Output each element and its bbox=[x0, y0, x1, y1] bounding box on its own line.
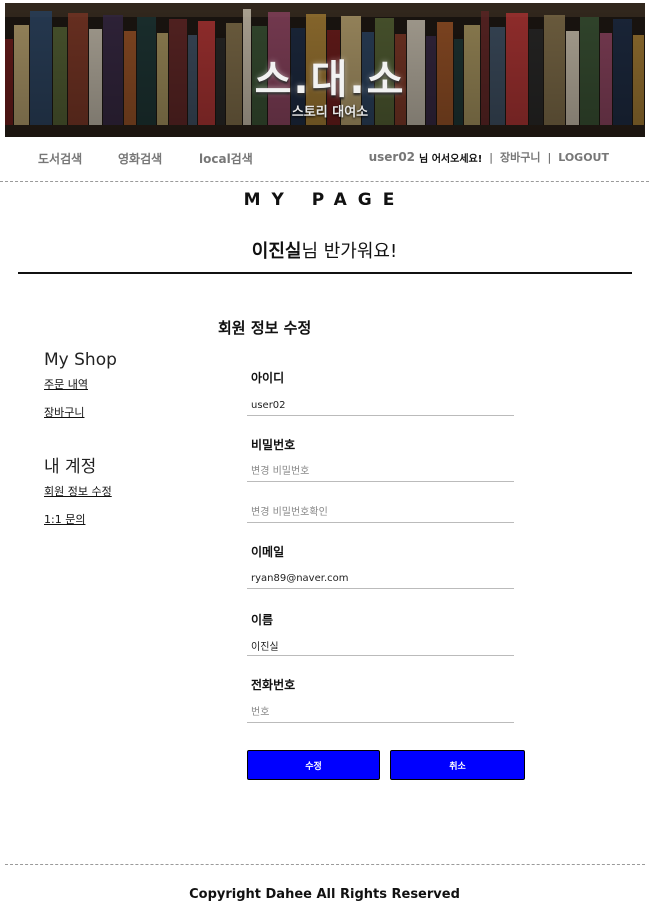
nav-logout-link[interactable]: LOGOUT bbox=[558, 151, 609, 164]
sidebar-inquiry[interactable]: 1:1 문의 bbox=[44, 511, 112, 527]
footer-copyright: Copyright Dahee All Rights Reserved bbox=[189, 887, 460, 902]
nav-separator: | bbox=[547, 150, 552, 164]
site-logo[interactable]: 스.대.소 bbox=[210, 47, 450, 105]
welcome-suffix: 님 반가워요! bbox=[301, 241, 398, 262]
sidebar-cart[interactable]: 장바구니 bbox=[44, 404, 117, 420]
email-label: 이메일 bbox=[251, 545, 285, 559]
id-label: 아이디 bbox=[251, 371, 285, 385]
user-menu: user02 님 어서오세요! | 장바구니 | LOGOUT bbox=[369, 149, 609, 165]
nav-separator: | bbox=[489, 150, 493, 164]
form-title: 회원 정보 수정 bbox=[218, 319, 312, 337]
email-field[interactable] bbox=[247, 569, 514, 589]
welcome-message: 이진실님 반가워요! bbox=[0, 237, 649, 263]
sidebar-edit-profile[interactable]: 회원 정보 수정 bbox=[44, 483, 112, 499]
nav-cart-link[interactable]: 장바구니 bbox=[500, 149, 540, 165]
sidebar-account-heading: 내 계정 bbox=[44, 457, 97, 477]
page-title: MY PAGE bbox=[243, 190, 406, 210]
header-divider bbox=[18, 272, 632, 274]
nav-local-search[interactable]: local검색 bbox=[199, 150, 253, 167]
submit-button[interactable]: 수정 bbox=[247, 750, 380, 780]
cancel-button[interactable]: 취소 bbox=[390, 750, 525, 780]
sidebar-shop-heading: My Shop bbox=[44, 350, 117, 370]
welcome-name: 이진실 bbox=[251, 241, 302, 262]
id-field[interactable] bbox=[247, 396, 514, 416]
sidebar-order-history[interactable]: 주문 내역 bbox=[44, 376, 117, 392]
footer-divider bbox=[5, 864, 645, 865]
site-logo-subtitle: 스토리 대여소 bbox=[291, 105, 369, 120]
password-field[interactable] bbox=[247, 462, 514, 482]
name-label: 이름 bbox=[251, 613, 274, 627]
header-banner: 스.대.소 스토리 대여소 bbox=[5, 3, 645, 137]
top-nav: 도서검색 영화검색 local검색 user02 님 어서오세요! | 장바구니… bbox=[0, 137, 649, 182]
password-confirm-field[interactable] bbox=[247, 503, 514, 523]
nav-username: user02 bbox=[368, 150, 416, 164]
sidebar-shop: My Shop 주문 내역 장바구니 bbox=[44, 350, 117, 432]
nav-movie-search[interactable]: 영화검색 bbox=[118, 150, 162, 167]
password-label: 비밀번호 bbox=[251, 438, 296, 452]
phone-label: 전화번호 bbox=[251, 678, 296, 692]
phone-field[interactable] bbox=[247, 703, 514, 723]
name-field[interactable] bbox=[247, 636, 514, 656]
nav-greeting: 님 어서오세요! bbox=[419, 153, 483, 165]
nav-book-search[interactable]: 도서검색 bbox=[38, 150, 82, 167]
sidebar-account: 내 계정 회원 정보 수정 1:1 문의 bbox=[44, 452, 112, 539]
